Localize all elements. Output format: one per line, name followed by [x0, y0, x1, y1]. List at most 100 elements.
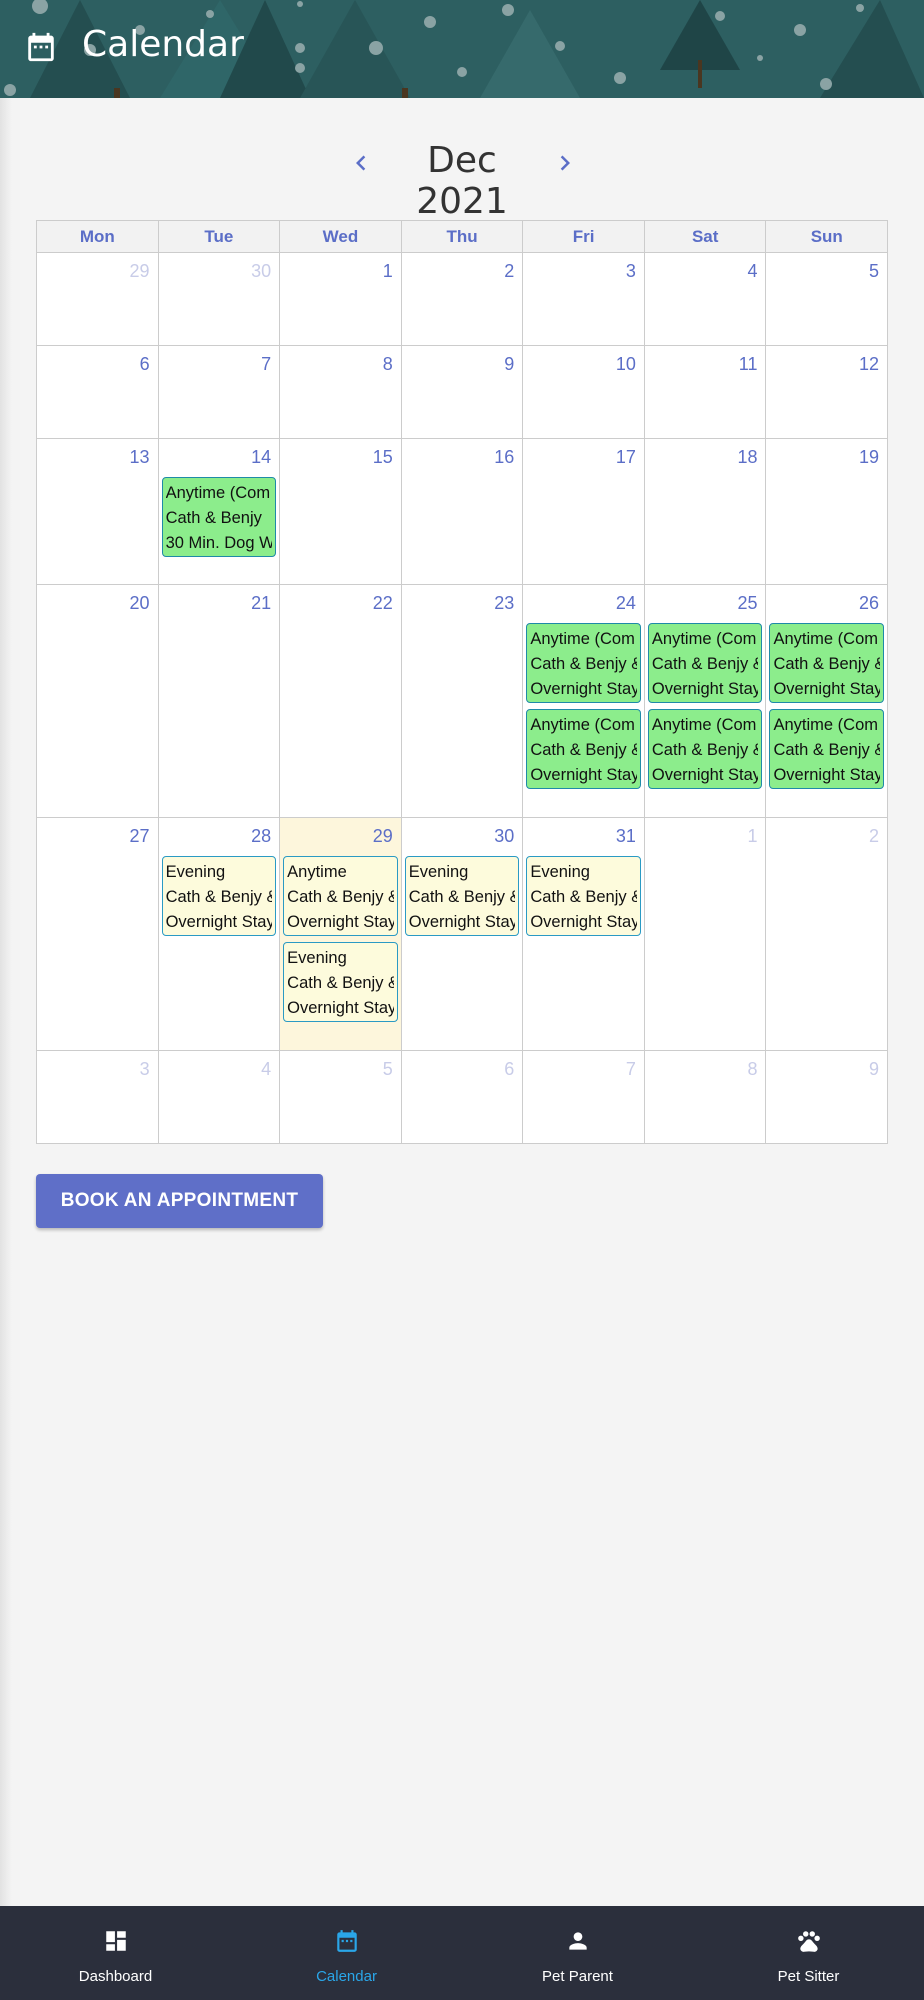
calendar-event[interactable]: Anytime (Com Cath & Benjy & Overnight Stay — [647, 623, 763, 703]
day-number: 27 — [129, 826, 150, 846]
event-text-line: Overnight Stay — [651, 766, 759, 784]
calendar-event[interactable]: Anytime (Com Cath & Benjy & Overnight Stay — [526, 623, 641, 703]
day-cell[interactable]: 23 — [400, 585, 523, 817]
day-cell[interactable]: 20 — [37, 585, 158, 817]
day-cell[interactable]: 10 — [522, 346, 644, 438]
day-number: 3 — [139, 1059, 150, 1079]
event-text-line: Cath & Benjy & — [287, 974, 394, 992]
bottom-navigation: Dashboard Calendar Pet Parent Pet Sitter — [0, 1906, 924, 2000]
nav-label: Pet Sitter — [777, 1968, 840, 1985]
calendar-icon — [28, 32, 54, 62]
day-cell[interactable]: 4 — [157, 1051, 280, 1143]
day-cell[interactable]: 5 — [279, 1051, 401, 1143]
calendar-event[interactable]: Evening Cath & Benjy & Overnight Stay — [161, 856, 277, 936]
day-number: 2 — [504, 261, 515, 281]
calendar-event[interactable]: Anytime (Com Cath & Benjy & Overnight Stay — [769, 709, 885, 789]
day-cell[interactable]: 1 — [643, 818, 766, 1050]
day-number: 8 — [382, 354, 393, 374]
day-cell[interactable]: 22 — [279, 585, 401, 817]
day-cell[interactable]: 3 — [522, 253, 644, 345]
event-text-line: Cath & Benjy & — [651, 655, 759, 673]
event-text-line: Cath & Benjy & — [773, 741, 881, 759]
day-cell[interactable]: 13 — [37, 439, 158, 584]
event-text-line: Anytime (Com — [651, 630, 757, 648]
week-row: 6 7 8 9 10 11 12 — [36, 346, 888, 439]
event-text-line: Overnight Stay — [530, 913, 637, 931]
day-cell[interactable]: 8 — [279, 346, 401, 438]
day-cell[interactable]: 11 — [643, 346, 766, 438]
nav-item-pet-sitter[interactable]: Pet Sitter — [693, 1906, 924, 2000]
day-cell[interactable]: 16 — [400, 439, 523, 584]
day-cell[interactable]: 6 — [400, 1051, 523, 1143]
calendar-event[interactable]: Evening Cath & Benjy & Overnight Stay — [526, 856, 641, 936]
day-cell[interactable]: 30 — [157, 253, 280, 345]
nav-item-pet-parent[interactable]: Pet Parent — [462, 1906, 693, 2000]
day-cell[interactable]: 28 Evening Cath & Benjy & Overnight Stay — [157, 818, 280, 1050]
event-text-line: Overnight Stay — [773, 680, 881, 698]
calendar-event[interactable]: Anytime (Com Cath & Benjy & Overnight Stay — [647, 709, 763, 789]
day-number: 5 — [869, 261, 880, 281]
week-row: 20 21 22 23 24 Anytime (Com Cath & Benjy & Over… — [36, 585, 888, 818]
nav-label: Dashboard — [78, 1968, 153, 1985]
weekday-header: Mon — [79, 227, 115, 246]
day-cell[interactable]: 4 — [643, 253, 766, 345]
day-number: 21 — [251, 593, 272, 613]
day-cell[interactable]: 18 — [643, 439, 766, 584]
day-number: 26 — [859, 593, 880, 613]
chevron-left-icon[interactable] — [346, 146, 376, 180]
day-cell[interactable]: 27 — [37, 818, 158, 1050]
day-number: 29 — [372, 826, 393, 846]
event-text-line: Overnight Stay — [651, 680, 759, 698]
nav-item-dashboard[interactable]: Dashboard — [0, 1906, 231, 2000]
day-cell[interactable]: 2 — [400, 253, 523, 345]
calendar-event[interactable]: Evening Cath & Benjy & Overnight Stay — [404, 856, 520, 936]
day-cell[interactable]: 6 — [37, 346, 158, 438]
day-number: 6 — [139, 354, 150, 374]
calendar-event[interactable]: Anytime (Com Cath & Benjy & Overnight Stay — [526, 709, 641, 789]
event-text-line: Anytime (Com — [530, 716, 635, 734]
month-calendar-grid: Mon Tue Wed Thu Fri Sat Sun 29 30 1 2 3 4 5 6 7 8… — [36, 220, 888, 1150]
calendar-event[interactable]: Evening Cath & Benjy & Overnight Stay — [283, 942, 398, 1022]
left-edge-shadow — [0, 98, 12, 1906]
day-cell[interactable]: 15 — [279, 439, 401, 584]
day-number: 25 — [737, 593, 758, 613]
day-cell[interactable]: 5 — [765, 253, 887, 345]
calendar-event[interactable]: Anytime Cath & Benjy & Overnight Stay — [283, 856, 398, 936]
day-cell[interactable]: 12 — [765, 346, 887, 438]
day-cell[interactable]: 31 Evening Cath & Benjy & Overnight Stay — [522, 818, 644, 1050]
day-cell[interactable]: 19 — [765, 439, 887, 584]
day-cell[interactable]: 2 — [765, 818, 887, 1050]
day-number: 29 — [129, 261, 150, 281]
day-cell[interactable]: 9 — [765, 1051, 887, 1143]
calendar-event[interactable]: Anytime (Com Cath & Benjy 30 Min. Dog W — [161, 477, 277, 557]
day-number: 10 — [615, 354, 636, 374]
day-number: 12 — [859, 354, 880, 374]
day-cell[interactable]: 7 — [157, 346, 280, 438]
event-text-line: Cath & Benjy & — [773, 655, 881, 673]
event-text-line: Anytime (Com — [773, 716, 878, 734]
day-cell[interactable]: 24 Anytime (Com Cath & Benjy & Overnight St… — [522, 585, 644, 817]
day-number: 7 — [625, 1059, 636, 1079]
book-appointment-button[interactable]: BOOK AN APPOINTMENT — [36, 1174, 323, 1228]
day-cell[interactable]: 25 Anytime (Com Cath & Benjy & Overnight St… — [643, 585, 766, 817]
event-text-line: 30 Min. Dog W — [165, 534, 273, 552]
event-text-line: Anytime (Com — [651, 716, 757, 734]
day-cell[interactable]: 30 Evening Cath & Benjy & Overnight Stay — [400, 818, 523, 1050]
nav-item-calendar[interactable]: Calendar — [231, 1906, 462, 2000]
day-cell[interactable]: 3 — [37, 1051, 158, 1143]
day-cell[interactable]: 17 — [522, 439, 644, 584]
day-number: 16 — [494, 447, 515, 467]
day-cell[interactable]: 26 Anytime (Com Cath & Benjy & Overnight St… — [765, 585, 887, 817]
calendar-event[interactable]: Anytime (Com Cath & Benjy & Overnight Stay — [769, 623, 885, 703]
day-cell-today[interactable]: 29 Anytime Cath & Benjy & Overnight Stay Eve… — [279, 818, 401, 1050]
chevron-right-icon[interactable] — [550, 146, 580, 180]
day-cell[interactable]: 8 — [643, 1051, 766, 1143]
day-cell[interactable]: 7 — [522, 1051, 644, 1143]
day-cell[interactable]: 29 — [37, 253, 158, 345]
week-row: 29 30 1 2 3 4 5 — [36, 253, 888, 346]
day-cell[interactable]: 21 — [157, 585, 280, 817]
day-cell[interactable]: 1 — [279, 253, 401, 345]
event-text-line: Evening — [408, 863, 469, 881]
day-cell[interactable]: 14 Anytime (Com Cath & Benjy 30 Min. Dog W — [157, 439, 280, 584]
day-cell[interactable]: 9 — [400, 346, 523, 438]
